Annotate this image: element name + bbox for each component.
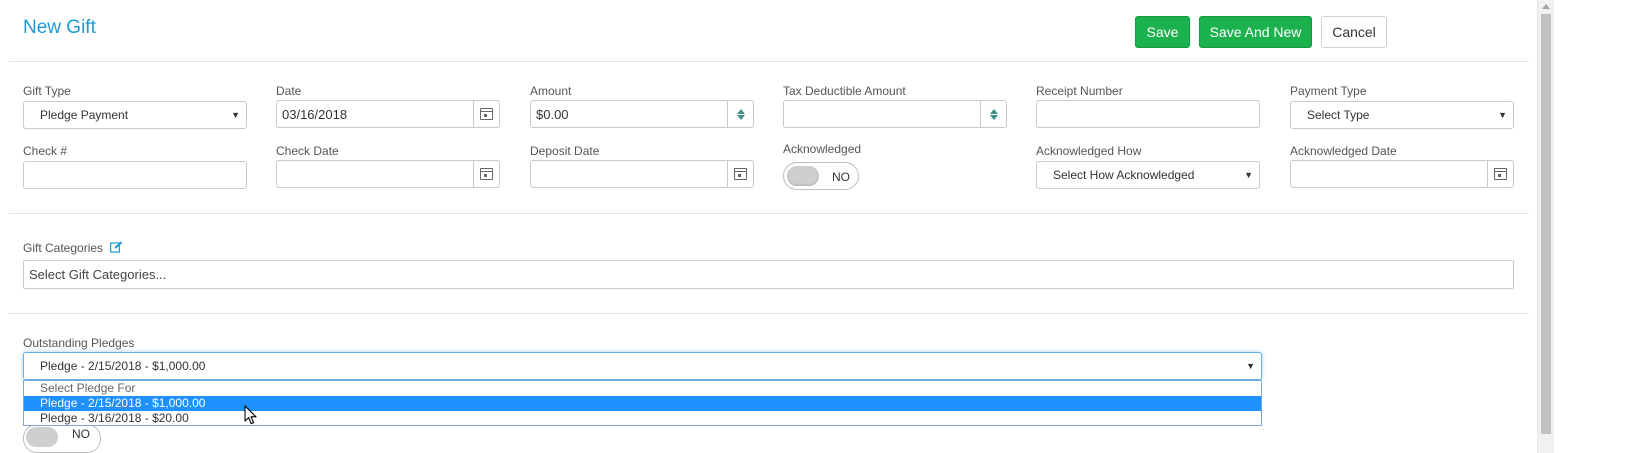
toggle-knob <box>787 166 819 186</box>
acknowledged-toggle[interactable]: NO <box>783 162 859 190</box>
payment-type-value: Select Type <box>1307 108 1370 122</box>
receipt-number-label: Receipt Number <box>1036 84 1123 98</box>
date-picker-button[interactable] <box>473 101 499 127</box>
calendar-icon <box>1494 168 1507 180</box>
date-label: Date <box>276 84 302 98</box>
save-button[interactable]: Save <box>1135 16 1190 48</box>
outstanding-pledges-value: Pledge - 2/15/2018 - $1,000.00 <box>40 359 206 373</box>
amount-spinner[interactable] <box>727 101 753 127</box>
gift-categories-label-row: Gift Categories <box>23 241 123 255</box>
scrollbar-thumb[interactable] <box>1541 14 1551 434</box>
cancel-button[interactable]: Cancel <box>1321 16 1387 48</box>
save-and-new-button[interactable]: Save And New <box>1199 16 1312 48</box>
receipt-number-input[interactable] <box>1036 100 1260 128</box>
pledge-toggle-text: NO <box>72 427 90 441</box>
date-value: 03/16/2018 <box>282 107 348 122</box>
tax-deductible-spinner[interactable] <box>980 101 1006 127</box>
acknowledged-date-label: Acknowledged Date <box>1290 144 1397 158</box>
page-title: New Gift <box>23 17 96 38</box>
scroll-up-arrow-icon[interactable] <box>1542 4 1550 9</box>
edit-icon[interactable] <box>110 241 123 253</box>
deposit-date-picker-button[interactable] <box>727 161 753 187</box>
acknowledged-how-select[interactable]: Select How Acknowledged ▼ <box>1036 161 1260 189</box>
date-input[interactable]: 03/16/2018 <box>276 100 500 128</box>
acknowledged-how-value: Select How Acknowledged <box>1053 168 1195 182</box>
outstanding-pledges-label: Outstanding Pledges <box>23 336 135 350</box>
acknowledged-date-input[interactable] <box>1290 160 1514 188</box>
caret-down-icon: ▼ <box>231 110 240 120</box>
pledge-toggle[interactable]: NO <box>23 424 101 453</box>
section-divider <box>9 213 1529 214</box>
check-number-input[interactable] <box>23 161 247 189</box>
check-date-label: Check Date <box>276 144 339 158</box>
acknowledged-label: Acknowledged <box>783 142 862 156</box>
gift-type-select[interactable]: Pledge Payment ▼ <box>23 101 247 129</box>
section-divider <box>9 313 1529 314</box>
payment-type-select[interactable]: Select Type ▼ <box>1290 101 1514 129</box>
dropdown-option[interactable]: Pledge - 3/16/2018 - $20.00 <box>24 411 1261 426</box>
outstanding-pledges-dropdown[interactable]: Select Pledge For Pledge - 2/15/2018 - $… <box>23 380 1262 426</box>
gift-categories-placeholder: Select Gift Categories... <box>29 267 167 282</box>
mouse-cursor-icon <box>244 405 257 425</box>
check-number-label: Check # <box>23 144 68 158</box>
caret-down-icon: ▼ <box>1498 110 1507 120</box>
amount-value: $0.00 <box>536 107 569 122</box>
vertical-scrollbar[interactable] <box>1537 0 1554 453</box>
dropdown-option[interactable]: Select Pledge For <box>24 381 1261 396</box>
gift-categories-input[interactable]: Select Gift Categories... <box>23 260 1514 289</box>
header-divider <box>9 61 1529 62</box>
check-date-input[interactable] <box>276 160 500 188</box>
outstanding-pledges-select[interactable]: Pledge - 2/15/2018 - $1,000.00 ▼ <box>23 352 1262 380</box>
toggle-knob <box>26 427 58 447</box>
spinner-icon <box>989 108 998 120</box>
acknowledged-how-label: Acknowledged How <box>1036 144 1142 158</box>
check-date-picker-button[interactable] <box>473 161 499 187</box>
deposit-date-label: Deposit Date <box>530 144 600 158</box>
acknowledged-date-picker-button[interactable] <box>1487 161 1513 187</box>
calendar-icon <box>480 168 493 180</box>
amount-label: Amount <box>530 84 572 98</box>
acknowledged-toggle-text: NO <box>832 170 850 184</box>
tax-deductible-label: Tax Deductible Amount <box>783 84 906 98</box>
amount-input[interactable]: $0.00 <box>530 100 754 128</box>
calendar-icon <box>480 108 493 120</box>
dropdown-option-highlighted[interactable]: Pledge - 2/15/2018 - $1,000.00 <box>24 396 1261 411</box>
spinner-icon <box>736 108 745 120</box>
gift-type-value: Pledge Payment <box>40 108 129 122</box>
caret-down-icon: ▼ <box>1246 361 1255 371</box>
payment-type-label: Payment Type <box>1290 84 1367 98</box>
calendar-icon <box>734 168 747 180</box>
caret-down-icon: ▼ <box>1244 170 1253 180</box>
gift-type-label: Gift Type <box>23 84 71 98</box>
deposit-date-input[interactable] <box>530 160 754 188</box>
tax-deductible-input[interactable] <box>783 100 1007 128</box>
gift-categories-label: Gift Categories <box>23 241 104 255</box>
